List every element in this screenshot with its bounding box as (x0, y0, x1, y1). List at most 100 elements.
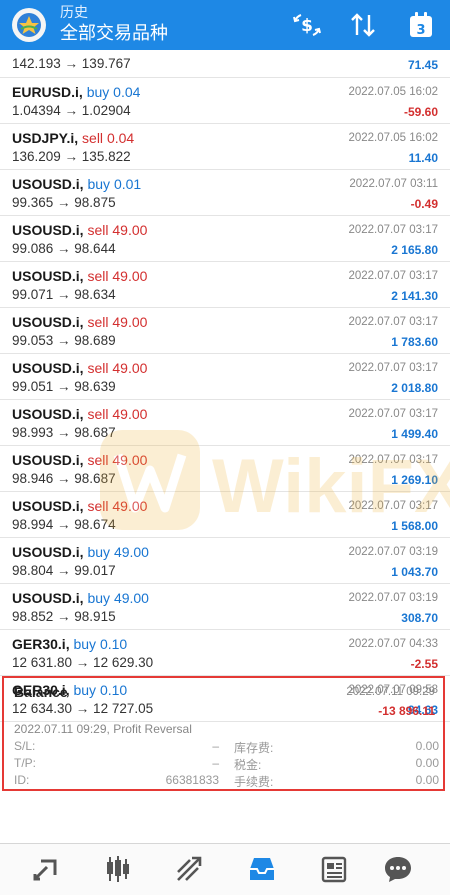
balance-time: 2022.07.11 09:29 (346, 686, 435, 698)
symbol-name: USOUSD.i, (12, 406, 84, 422)
calendar-icon[interactable]: 3 (404, 9, 438, 41)
trade-direction: buy (86, 84, 110, 100)
swap-label: 库存费: (234, 741, 274, 755)
trade-prices: 98.994 → 98.674 (12, 517, 116, 532)
trade-direction: sell (87, 360, 109, 376)
trade-time: 2022.07.07 03:17 (348, 500, 438, 512)
table-row[interactable]: USOUSD.i, sell 49.00 99.071 → 98.634 2022.… (0, 262, 450, 308)
symbol-name: USOUSD.i, (12, 452, 84, 468)
table-row[interactable]: USOUSD.i, sell 49.00 98.946 → 98.687 2022.… (0, 446, 450, 492)
trade-symbol: USOUSD.i, sell 49.00 (12, 452, 147, 468)
trade-symbol: USOUSD.i, buy 0.01 (12, 176, 141, 192)
trade-prices: 136.209 → 135.822 (12, 149, 131, 164)
symbol-name: USOUSD.i, (12, 314, 84, 330)
trade-direction: sell (87, 452, 109, 468)
balance-comment: 2022.07.11 09:29, Profit Reversal (14, 722, 192, 736)
trade-volume: 49.00 (112, 498, 148, 514)
trade-volume: 49.00 (112, 314, 148, 330)
table-row[interactable]: USDJPY.i, sell 0.04 136.209 → 135.822 2022… (0, 124, 450, 170)
trade-volume: 0.10 (99, 636, 128, 652)
quotes-icon[interactable] (26, 853, 66, 885)
trade-direction: sell (82, 130, 104, 146)
table-row[interactable]: USOUSD.i, buy 0.01 99.365 → 98.875 2022.07… (0, 170, 450, 216)
trade-time: 2022.07.07 03:17 (348, 408, 438, 420)
trade-direction: buy (87, 544, 111, 560)
table-row[interactable]: USOUSD.i, buy 49.00 98.804 → 99.017 2022.0… (0, 538, 450, 584)
trade-prices: 99.051 → 98.639 (12, 379, 116, 394)
trade-profit: 1 043.70 (391, 565, 438, 579)
symbol-name: USOUSD.i, (12, 544, 84, 560)
trade-symbol: USDJPY.i, sell 0.04 (12, 130, 134, 146)
trade-direction: buy (87, 176, 111, 192)
title-block[interactable]: 历史 全部交易品种 (60, 4, 168, 46)
trade-volume: 49.00 (112, 452, 148, 468)
trade-time: 2022.07.07 03:19 (348, 592, 438, 604)
trade-direction: sell (87, 406, 109, 422)
trade-time: 2022.07.07 04:33 (348, 638, 438, 650)
trade-symbol: USOUSD.i, sell 49.00 (12, 360, 147, 376)
symbol-filter[interactable]: 全部交易品种 (60, 22, 168, 46)
trade-profit: 11.40 (408, 151, 438, 165)
svg-text:$: $ (301, 16, 313, 36)
trade-symbol: USOUSD.i, sell 49.00 (12, 406, 147, 422)
trade-volume: 0.04 (113, 84, 141, 100)
symbol-name: GER30.i, (12, 636, 70, 652)
table-row[interactable]: USOUSD.i, sell 49.00 99.051 → 98.639 2022.… (0, 354, 450, 400)
table-row[interactable]: USOUSD.i, sell 49.00 99.053 → 98.689 2022.… (0, 308, 450, 354)
trade-volume: 49.00 (112, 222, 148, 238)
table-row[interactable]: USOUSD.i, sell 49.00 98.993 → 98.687 2022.… (0, 400, 450, 446)
sort-icon[interactable] (346, 9, 380, 41)
trade-prices: 98.993 → 98.687 (12, 425, 116, 440)
chat-icon[interactable] (378, 853, 418, 885)
trade-prices: 99.053 → 98.689 (12, 333, 116, 348)
detail-row-tp: T/P: – 税金: 0.00 (14, 756, 439, 772)
balance-entry[interactable]: Balance 2022.07.11 09:29 -13 896.11 2022… (2, 676, 445, 791)
trade-profit: 2 165.80 (391, 243, 438, 257)
symbol-name: USDJPY.i, (12, 130, 79, 146)
symbol-name: USOUSD.i, (12, 498, 84, 514)
trade-profit: 71.45 (407, 58, 438, 72)
trade-time: 2022.07.07 03:17 (348, 362, 438, 374)
trade-time: 2022.07.07 03:17 (348, 270, 438, 282)
tax-value: 0.00 (415, 756, 439, 770)
trade-profit: -2.55 (410, 657, 438, 671)
trade-prices: 1.04394 → 1.02904 (12, 103, 131, 118)
trade-symbol: USOUSD.i, sell 49.00 (12, 498, 147, 514)
tp-label: T/P: (14, 756, 37, 770)
trade-profit: -59.60 (403, 105, 438, 119)
symbol-name: USOUSD.i, (12, 268, 84, 284)
trade-direction: sell (87, 314, 109, 330)
app-bar: 历史 全部交易品种 $ 3 (0, 0, 450, 50)
history-icon[interactable] (242, 853, 282, 885)
balance-title: Balance (14, 684, 68, 700)
trade-profit: 1 568.00 (391, 519, 438, 533)
trade-time: 2022.07.05 16:02 (348, 132, 438, 144)
trade-prices: 12 631.80 → 12 629.30 (12, 655, 154, 670)
trade-volume: 49.00 (113, 544, 149, 560)
trade-time: 2022.07.05 16:02 (348, 86, 438, 98)
table-row[interactable]: EURUSD.i, buy 0.04 1.04394 → 1.02904 2022.… (0, 78, 450, 124)
trade-time: 2022.07.07 03:17 (348, 224, 438, 236)
detail-row-id: ID: 66381833 手续费: 0.00 (14, 773, 439, 789)
chart-icon[interactable] (98, 853, 138, 885)
trade-icon[interactable] (170, 853, 210, 885)
trade-time: 2022.07.07 03:19 (348, 546, 438, 558)
table-row[interactable]: USOUSD.i, sell 49.00 98.994 → 98.674 2022.… (0, 492, 450, 538)
symbol-name: USOUSD.i, (12, 176, 84, 192)
bottom-nav (0, 844, 450, 895)
balance-amount: -13 896.11 (378, 704, 435, 718)
trade-volume: 0.01 (113, 176, 142, 192)
calendar-day: 3 (416, 23, 425, 38)
trade-profit: 1 499.40 (391, 427, 438, 441)
currency-exchange-icon[interactable]: $ (290, 9, 324, 41)
table-row[interactable]: GER30.i, buy 0.10 12 631.80 → 12 629.30 20… (0, 630, 450, 676)
app-logo-icon[interactable] (12, 8, 46, 42)
table-row[interactable]: USOUSD.i, sell 49.00 99.086 → 98.644 2022.… (0, 216, 450, 262)
news-icon[interactable] (314, 853, 354, 885)
table-row[interactable]: USOUSD.i, buy 49.00 98.852 → 98.915 2022.0… (0, 584, 450, 630)
symbol-name: EURUSD.i, (12, 84, 83, 100)
fee-value: 0.00 (415, 773, 439, 787)
trade-profit: 1 783.60 (391, 335, 438, 349)
trade-volume: 49.00 (113, 590, 149, 606)
table-row[interactable]: 142.193 → 139.767 71.45 (0, 50, 450, 78)
